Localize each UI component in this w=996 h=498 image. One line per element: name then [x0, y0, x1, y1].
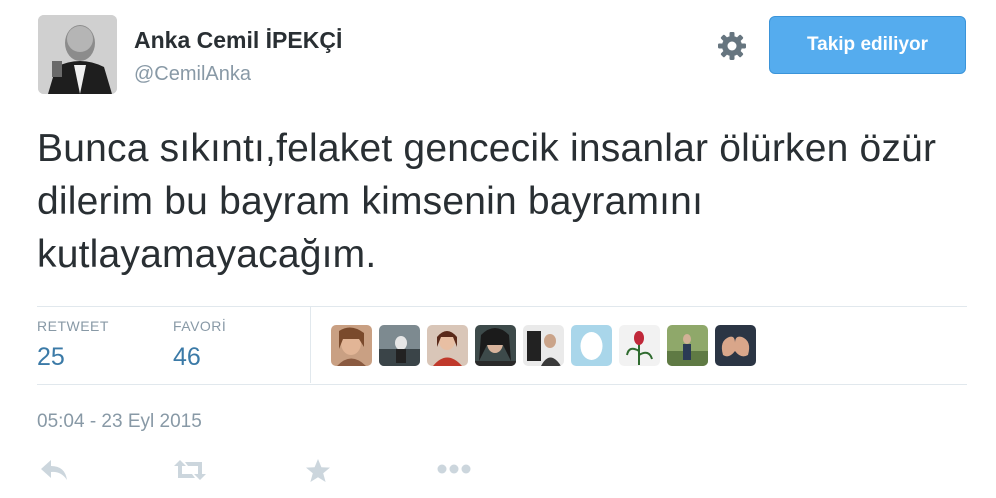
stats-bottom-divider — [37, 384, 967, 385]
favoriter-avatar[interactable] — [715, 325, 756, 366]
retweet-count[interactable]: 25 — [37, 343, 65, 372]
retweet-icon[interactable] — [172, 458, 208, 487]
favorite-label: FAVORİ — [173, 318, 227, 334]
star-icon[interactable] — [305, 458, 331, 489]
following-button[interactable]: Takip ediliyor — [769, 16, 966, 74]
tweet-text: Bunca sıkıntı,felaket gencecik insanlar … — [37, 127, 937, 276]
reply-icon[interactable] — [39, 458, 69, 487]
favoriter-avatar[interactable] — [667, 325, 708, 366]
retweet-label: RETWEET — [37, 318, 109, 334]
favoriters-avatars — [331, 325, 756, 366]
favoriter-avatar[interactable] — [379, 325, 420, 366]
stats-separator — [310, 307, 311, 383]
more-icon[interactable] — [437, 462, 471, 481]
favoriter-avatar[interactable] — [427, 325, 468, 366]
favorite-count[interactable]: 46 — [173, 343, 201, 372]
user-handle[interactable]: @CemilAnka — [134, 63, 251, 86]
favoriter-avatar[interactable] — [331, 325, 372, 366]
favoriter-avatar[interactable] — [523, 325, 564, 366]
stats-top-divider — [37, 306, 967, 307]
tweet-timestamp[interactable]: 05:04 - 23 Eyl 2015 — [37, 411, 202, 433]
user-display-name[interactable]: Anka Cemil İPEKÇİ — [134, 27, 342, 54]
favoriter-avatar[interactable] — [571, 325, 612, 366]
user-avatar[interactable] — [38, 15, 117, 94]
favoriter-avatar[interactable] — [619, 325, 660, 366]
favoriter-avatar[interactable] — [475, 325, 516, 366]
gear-icon[interactable] — [716, 30, 748, 62]
